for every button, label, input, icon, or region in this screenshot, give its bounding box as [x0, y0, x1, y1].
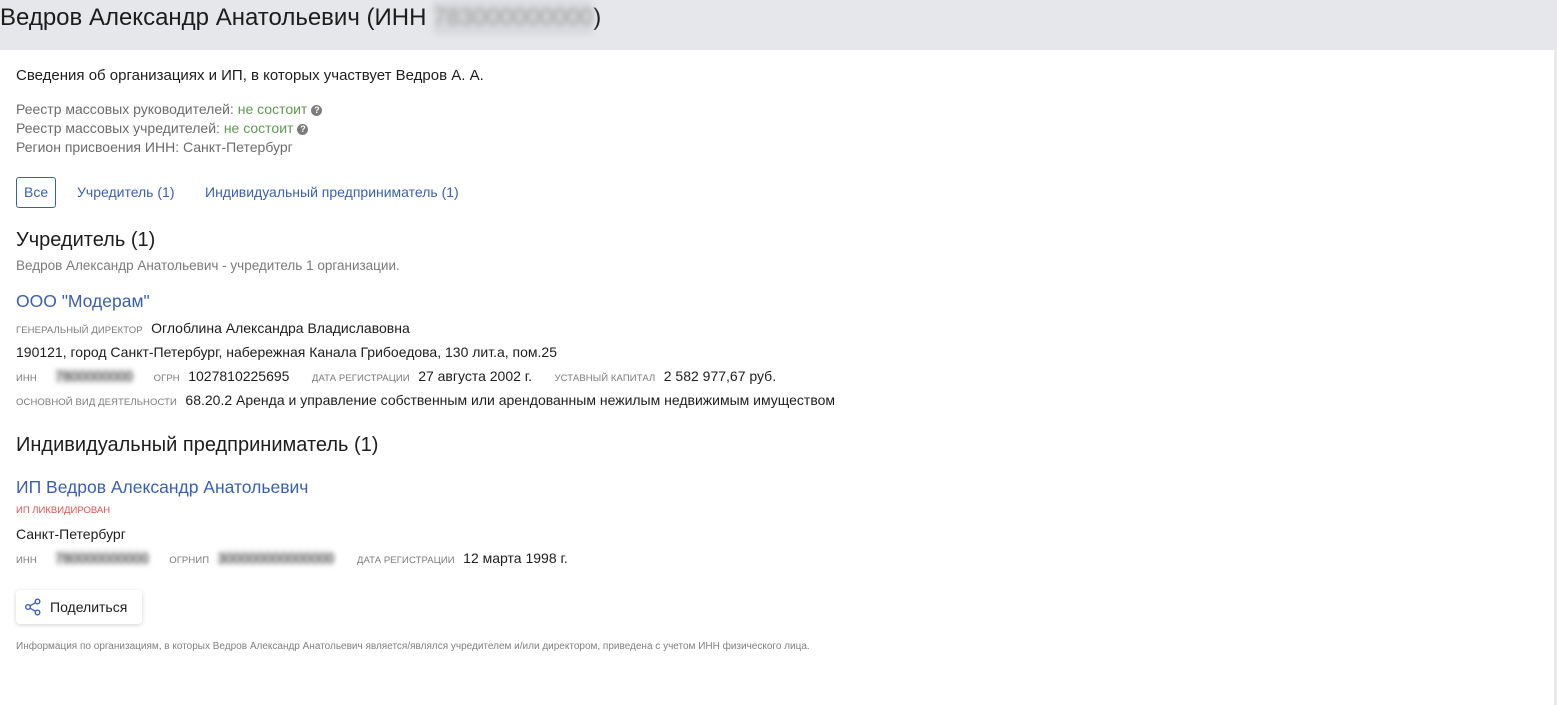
mass-directors-row: Реестр массовых руководителей: не состои…	[16, 101, 323, 117]
inn-blurred: 783000000000	[433, 1, 594, 35]
reg-date-label: дата регистрации	[311, 373, 410, 384]
help-icon[interactable]: ?	[311, 105, 323, 116]
org-ids-row: ИНН 7800000000 ОГРН 1027810225695 дата р…	[16, 368, 776, 386]
ogrnip-label: ОГРНИП	[169, 555, 210, 566]
page-title-text: Ведров Александр Анатольевич (ИНН	[0, 4, 434, 31]
page-title-suffix: )	[593, 4, 602, 31]
founder-section-title: Учредитель (1)	[16, 229, 156, 251]
region-row: Регион присвоения ИНН: Санкт-Петербург	[16, 139, 293, 155]
share-button[interactable]: Поделиться	[16, 590, 142, 624]
founder-section-description: Ведров Александр Анатольевич - учредител…	[16, 258, 400, 273]
director-label: генеральный директор	[16, 325, 143, 336]
share-button-label: Поделиться	[50, 599, 128, 615]
ip-ids-row: ИНН 780000000000 ОГРНИП 300000000000000 …	[16, 550, 568, 568]
region-label: Регион присвоения ИНН:	[16, 139, 180, 155]
region-value: Санкт-Петербург	[182, 139, 293, 155]
mass-founders-row: Реестр массовых учредителей: не состоит?	[16, 120, 309, 136]
mass-directors-value: не состоит	[237, 101, 308, 117]
ip-section-title: Индивидуальный предприниматель (1)	[16, 434, 379, 456]
org-inn-blurred: 7800000000	[55, 368, 134, 384]
director-value: Оглоблина Александра Владиславовна	[151, 320, 410, 336]
ip-inn-blurred: 780000000000	[55, 550, 149, 566]
ip-city: Санкт-Петербург	[16, 526, 126, 542]
tab-all[interactable]: Все	[16, 177, 57, 208]
inn-label: ИНН	[16, 373, 37, 384]
page-header: Ведров Александр Анатольевич (ИНН 783000…	[0, 0, 1557, 50]
org-activity-row: основной вид деятельности 68.20.2 Аренда…	[16, 392, 835, 410]
ip-reg-date-value: 12 марта 1998 г.	[463, 550, 568, 566]
activity-value: 68.20.2 Аренда и управление собственным …	[185, 392, 836, 408]
org-link[interactable]: ООО "Модерам"	[16, 291, 150, 312]
section-subtitle: Сведения об организациях и ИП, в которых…	[16, 67, 484, 84]
capital-value: 2 582 977,67 руб.	[663, 368, 777, 384]
footnote: Информация по организациям, в которых Ве…	[16, 641, 810, 652]
ip-inn-label: ИНН	[16, 555, 37, 566]
share-icon	[25, 598, 41, 616]
org-address: 190121, город Санкт-Петербург, набережна…	[16, 344, 558, 360]
tab-individual-entrepreneur[interactable]: Индивидуальный предприниматель (1)	[205, 184, 459, 200]
page-title: Ведров Александр Анатольевич (ИНН 783000…	[0, 1, 601, 35]
ip-link[interactable]: ИП Ведров Александр Анатольевич	[16, 477, 308, 498]
ogrn-value: 1027810225695	[188, 368, 290, 384]
org-director-row: генеральный директор Оглоблина Александр…	[16, 320, 410, 338]
help-icon[interactable]: ?	[297, 124, 309, 135]
tab-founder[interactable]: Учредитель (1)	[77, 184, 174, 200]
ip-status-badge: ИП ликвидирован	[16, 505, 111, 516]
ip-reg-date-label: дата регистрации	[356, 555, 455, 566]
activity-label: основной вид деятельности	[16, 397, 177, 408]
reg-date-value: 27 августа 2002 г.	[418, 368, 533, 384]
mass-founders-label: Реестр массовых учредителей:	[16, 120, 220, 136]
capital-label: уставный капитал	[554, 373, 656, 384]
mass-directors-label: Реестр массовых руководителей:	[16, 101, 234, 117]
ogrnip-blurred: 300000000000000	[217, 550, 335, 566]
mass-founders-value: не состоит	[223, 120, 294, 136]
ogrn-label: ОГРН	[153, 373, 180, 384]
